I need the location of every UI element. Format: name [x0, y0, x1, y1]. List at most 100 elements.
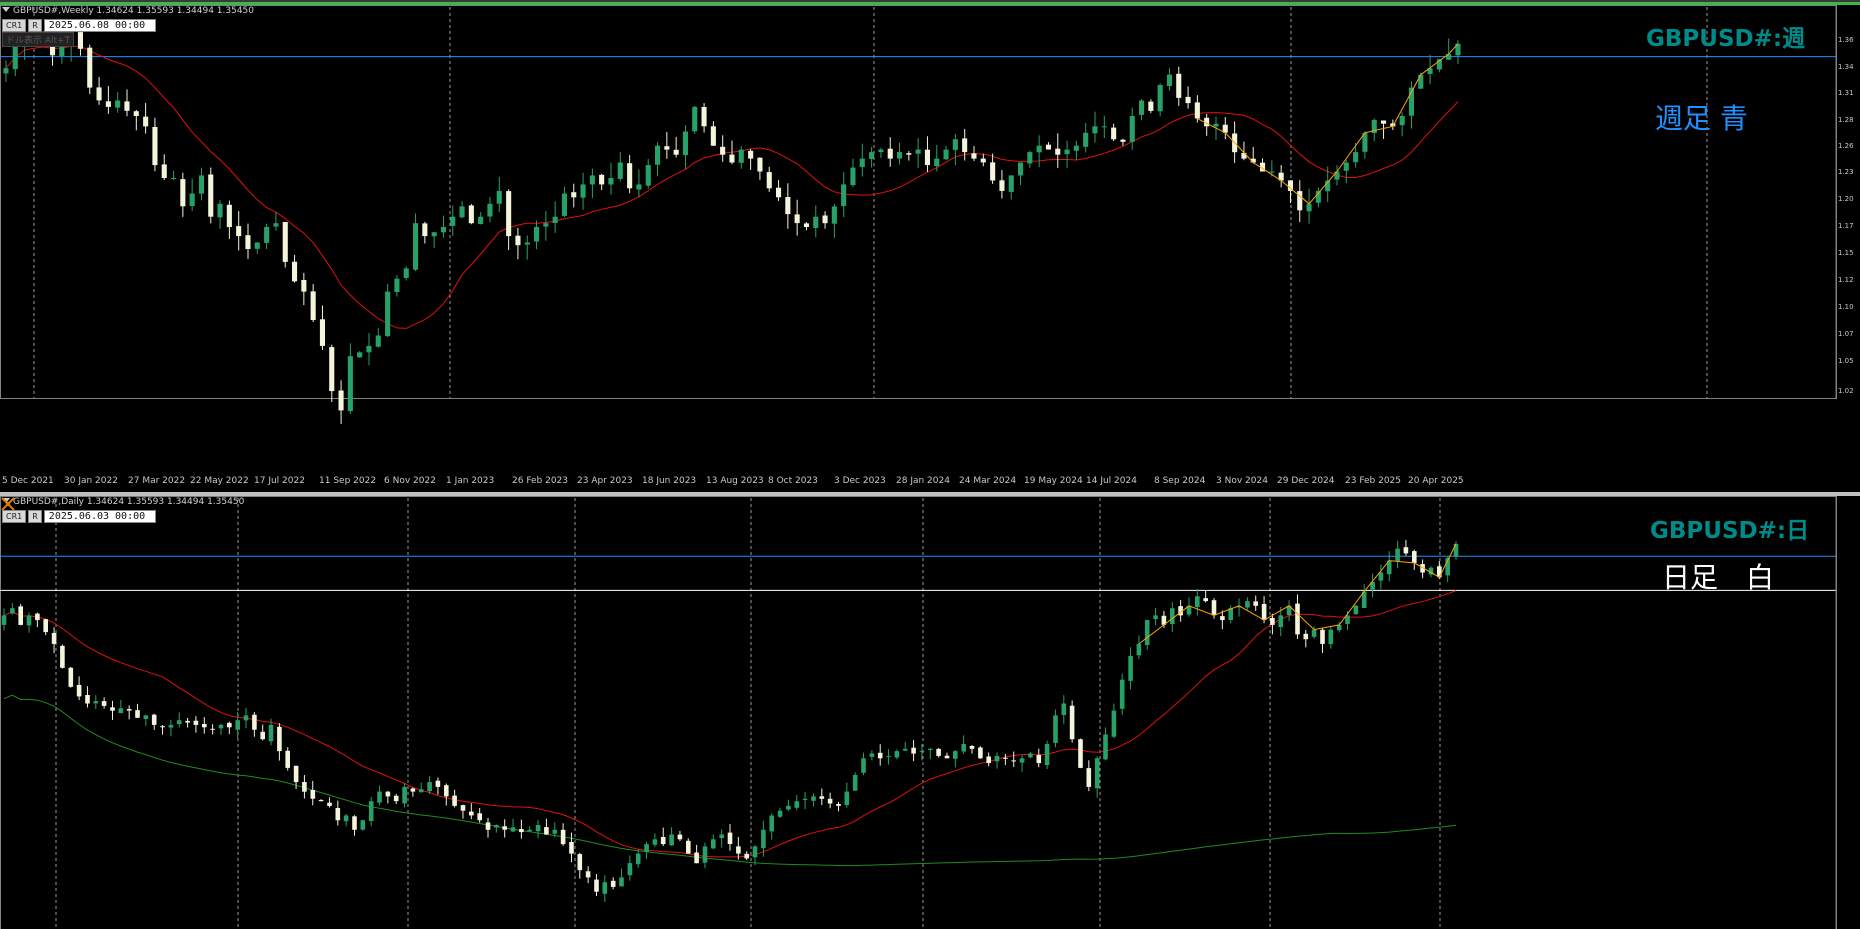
candle-body: [748, 150, 754, 159]
daily-note-label: 日足 白: [1662, 561, 1775, 594]
candle-body: [635, 853, 641, 865]
r-button[interactable]: R: [28, 19, 42, 32]
candle-body: [819, 796, 825, 799]
candle-body: [277, 726, 282, 752]
candle-body: [580, 184, 586, 198]
daily-chart-canvas[interactable]: [0, 496, 1860, 929]
candle-body: [218, 724, 224, 729]
candle-body: [264, 227, 270, 243]
candle-body: [841, 184, 847, 206]
candle-body: [544, 827, 549, 835]
candle-body: [1213, 123, 1219, 127]
x-tick-label: 22 May 2022: [190, 476, 249, 486]
candle-body: [496, 190, 502, 204]
weekly-chart-pane[interactable]: GBPUSD#,Weekly 1.34624 1.35593 1.34494 1…: [0, 5, 1860, 492]
x-tick-label: 17 Jul 2022: [254, 476, 305, 486]
candle-body: [68, 667, 74, 687]
candle-body: [677, 834, 683, 840]
candle-body: [427, 782, 432, 792]
candle-body: [1437, 566, 1442, 578]
candle-body: [652, 839, 658, 845]
candle-body: [115, 100, 121, 108]
r-button[interactable]: R: [28, 510, 42, 523]
candle-body: [135, 710, 140, 718]
candle-body: [644, 844, 649, 852]
candle-body: [886, 755, 891, 757]
candle-body: [1129, 116, 1135, 142]
candle-body: [1008, 175, 1014, 192]
collapse-triangle-icon[interactable]: [2, 7, 10, 12]
candle-body: [1303, 633, 1309, 640]
candle-body: [435, 780, 441, 787]
candle-body: [627, 163, 633, 189]
candle-body: [394, 278, 400, 292]
candle-body: [577, 854, 583, 871]
x-tick-label: 1 Jan 2023: [446, 476, 495, 486]
candle-body: [1061, 703, 1067, 715]
candle-body: [682, 131, 688, 156]
candle-body: [1157, 85, 1163, 112]
candle-body: [459, 206, 465, 218]
chart-frame: [0, 496, 1837, 929]
candle-body: [744, 853, 749, 859]
candle-body: [1334, 171, 1340, 180]
candle-body: [176, 720, 182, 725]
candle-body: [226, 204, 232, 228]
candle-body: [869, 152, 875, 159]
candle-body: [827, 798, 833, 804]
cr1-button[interactable]: CR1: [2, 19, 27, 32]
candle-body: [1128, 655, 1133, 681]
candle-body: [293, 765, 299, 783]
y-tick-label: 1.23: [1838, 168, 1854, 176]
candle-body: [1148, 101, 1154, 111]
candle-body: [943, 149, 949, 160]
candle-body: [1403, 547, 1409, 554]
candle-body: [761, 829, 766, 849]
y-tick-label: 1.10: [1838, 303, 1854, 311]
y-tick-label: 1.34: [1838, 63, 1854, 71]
candle-body: [403, 268, 409, 278]
candle-body: [934, 158, 940, 167]
candle-body: [161, 164, 167, 178]
candle-body: [777, 810, 783, 817]
candle-body: [101, 701, 107, 706]
candle-body: [410, 788, 416, 792]
candle-body: [151, 714, 157, 725]
candle-body: [924, 149, 930, 166]
candle-body: [198, 175, 204, 194]
weekly-chart-canvas[interactable]: [0, 5, 1860, 492]
candle-body: [12, 46, 18, 70]
candle-body: [594, 879, 599, 892]
candle-body: [469, 811, 474, 816]
y-tick-label: 1.31: [1838, 89, 1854, 97]
candle-body: [431, 232, 437, 237]
candle-body: [859, 158, 865, 168]
candle-body: [440, 227, 446, 233]
candle-body: [319, 319, 325, 346]
crosshair-tool-icon[interactable]: [0, 496, 16, 512]
x-tick-label: 8 Oct 2023: [768, 476, 818, 486]
x-tick-label: 18 Jun 2023: [642, 476, 697, 486]
candle-body: [485, 822, 491, 830]
candle-body: [971, 153, 977, 159]
candle-body: [1136, 643, 1142, 656]
candle-body: [375, 335, 381, 347]
candle-body: [1083, 132, 1089, 147]
x-tick-label: 14 Jul 2024: [1086, 476, 1137, 486]
candle-body: [986, 756, 991, 764]
daily-date-input[interactable]: 2025.06.03 00:00: [43, 510, 156, 523]
candle-body: [235, 720, 240, 730]
candle-body: [1078, 739, 1083, 768]
daily-chart-pane[interactable]: GBPUSD#,Daily 1.34624 1.35593 1.34494 1.…: [0, 496, 1860, 929]
candle-body: [902, 748, 908, 751]
x-tick-label: 28 Jan 2024: [896, 476, 950, 486]
candle-body: [1241, 152, 1247, 159]
candle-body: [385, 791, 391, 797]
candle-body: [260, 731, 265, 740]
candle-body: [301, 280, 307, 292]
daily-header-text: GBPUSD#,Daily 1.34624 1.35593 1.34494 1.…: [13, 497, 245, 507]
candle-body: [1176, 73, 1182, 98]
candle-body: [285, 750, 290, 768]
x-tick-label: 3 Dec 2023: [834, 476, 886, 486]
weekly-date-input[interactable]: 2025.06.08 00:00: [43, 19, 156, 32]
